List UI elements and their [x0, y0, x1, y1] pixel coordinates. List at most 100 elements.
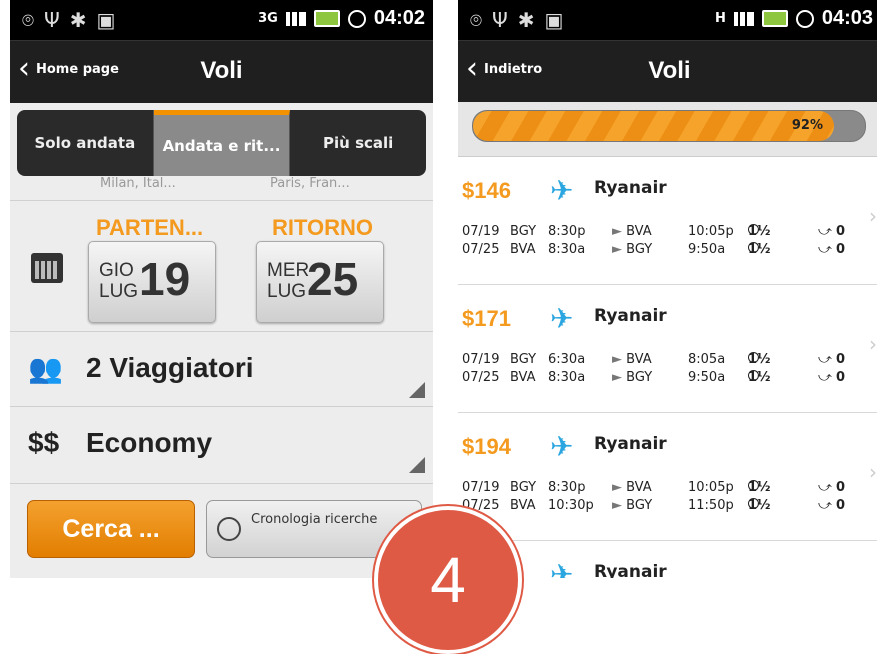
flight-price: $171: [462, 306, 511, 331]
stops-icon: ⤻: [818, 498, 837, 513]
trip-type-tabs: Solo andata Andata e rit... Più scali: [17, 110, 426, 176]
clock-icon: [748, 224, 759, 235]
leg-stops: ⤻ 0: [818, 242, 846, 257]
usb-icon: Ψ: [492, 8, 508, 32]
flight-price: $194: [462, 434, 511, 459]
page-title: Voli: [648, 57, 691, 84]
leg-duration: 1½: [748, 480, 771, 495]
flight-leg: 07/19 BGY 8:30p ► BVA 10:05p 1½ ⤻ 0: [462, 480, 872, 496]
stops-icon: ⤻: [818, 224, 837, 239]
flight-leg: 07/25 BVA 8:30a ► BGY 9:50a 1½ ⤻ 0: [462, 242, 872, 258]
dollar-icon: $$: [28, 427, 60, 458]
leg-duration: 1½: [748, 498, 771, 513]
progress-fill: [473, 111, 834, 141]
flight-leg: 07/25 BVA 10:30p ► BGY 11:50p 1½ ⤻ 0: [462, 498, 872, 514]
search-button[interactable]: Cerca ...: [27, 500, 195, 558]
flight-result-row[interactable]: $194 ✈ Ryanair › 07/19 BGY 8:30p ► BVA 10:05p 1½ ⤻…: [458, 412, 877, 541]
class-selector[interactable]: $$ Economy: [10, 406, 433, 481]
airline-name: Ryanair: [594, 306, 667, 326]
location-icon: ⌾: [22, 8, 34, 32]
leg-date: 07/25: [462, 370, 500, 385]
alarm-icon: [347, 9, 366, 28]
arrow-right-icon: ►: [612, 224, 627, 239]
leg-dep: 8:30p: [548, 480, 586, 495]
leg-stops: ⤻ 0: [818, 498, 846, 513]
search-history-label: Cronologia ricerche: [251, 512, 378, 527]
leg-to: ► BGY: [612, 242, 653, 257]
leg-to: ► BVA: [612, 224, 652, 239]
origin-city[interactable]: Milan, Ital...: [100, 176, 176, 191]
clock-icon: [748, 352, 759, 363]
signal-icon: [733, 11, 754, 26]
class-label: Economy: [86, 427, 213, 458]
arrow-right-icon: ►: [612, 370, 627, 385]
arrow-right-icon: ►: [612, 242, 627, 257]
airline-name: Ryanair: [594, 562, 667, 578]
leg-to: ► BGY: [612, 498, 653, 513]
right-screen: ⌾ Ψ ✱ ▣ H 04:03 ‹ Indietro Voli 92% $146…: [458, 0, 877, 578]
tab-multi-stop[interactable]: Più scali: [290, 110, 426, 176]
leg-stops: ⤻ 0: [818, 224, 846, 239]
battery-icon: [761, 10, 788, 27]
airline-name: Ryanair: [594, 178, 667, 198]
dropdown-corner-icon: [409, 457, 425, 473]
leg-duration: 1½: [748, 352, 771, 367]
page-title: Voli: [200, 57, 243, 84]
notification-icons: ⌾ Ψ ✱ ▣: [470, 8, 563, 32]
leg-arr: 10:05p: [688, 224, 734, 239]
stops-icon: ⤻: [818, 352, 837, 367]
leg-date: 07/25: [462, 242, 500, 257]
android-debug-icon: ✱: [517, 8, 535, 32]
stops-icon: ⤻: [818, 242, 837, 257]
battery-icon: [313, 10, 340, 27]
leg-from: BVA: [510, 498, 536, 513]
leg-arr: 11:50p: [688, 498, 734, 513]
departure-label: PARTEN...: [96, 215, 204, 240]
tab-round-trip[interactable]: Andata e rit...: [153, 110, 291, 176]
departure-date-button[interactable]: GIO LUG 19: [88, 241, 216, 323]
step-number-badge: 4: [374, 506, 522, 654]
android-debug-icon: ✱: [69, 8, 87, 32]
departure-day-number: 19: [139, 253, 191, 305]
clock-icon: [748, 242, 759, 253]
usb-icon: Ψ: [44, 8, 60, 32]
flight-result-row[interactable]: $146 ✈ Ryanair › 07/19 BGY 8:30p ► BVA 10:05p 1½ ⤻…: [458, 156, 877, 285]
leg-dep: 8:30p: [548, 224, 586, 239]
stops-icon: ⤻: [818, 480, 837, 495]
destination-city[interactable]: Paris, Fran...: [270, 176, 350, 191]
title-bar: ‹ Indietro Voli: [458, 40, 877, 103]
return-date-button[interactable]: MER LUG 25: [256, 241, 384, 323]
dates-section: PARTEN... RITORNO GIO LUG 19 MER LUG 25: [10, 200, 433, 331]
return-month: LUG: [267, 281, 307, 302]
leg-stops: ⤻ 0: [818, 480, 846, 495]
cities-row: Milan, Ital... Paris, Fran...: [10, 176, 433, 198]
leg-to: ► BVA: [612, 352, 652, 367]
status-time: 04:02: [373, 7, 425, 29]
flight-result-row[interactable]: $171 ✈ Ryanair › 07/19 BGY 6:30a ► BVA 8:05a 1½ ⤻ …: [458, 284, 877, 413]
alarm-icon: [795, 9, 814, 28]
flight-price: $146: [462, 178, 511, 203]
leg-dep: 10:30p: [548, 498, 594, 513]
leg-duration: 1½: [748, 242, 771, 257]
clock-icon: [217, 517, 241, 541]
flight-leg: 07/25 BVA 8:30a ► BGY 9:50a 1½ ⤻ 0: [462, 370, 872, 386]
arrow-right-icon: ►: [612, 352, 627, 367]
departure-month: LUG: [99, 281, 139, 302]
leg-from: BGY: [510, 352, 537, 367]
progress-area: 92%: [458, 102, 877, 157]
status-bar: ⌾ Ψ ✱ ▣ H 04:03: [458, 0, 877, 40]
title-bar: ‹ Home page Voli: [10, 40, 433, 103]
network-type: H: [714, 10, 726, 26]
leg-to: ► BGY: [612, 370, 653, 385]
tab-one-way[interactable]: Solo andata: [17, 110, 154, 176]
arrow-right-icon: ►: [612, 498, 627, 513]
leg-dep: 8:30a: [548, 242, 586, 257]
airplane-icon: ✈: [550, 174, 574, 207]
notification-icons: ⌾ Ψ ✱ ▣: [22, 8, 115, 32]
leg-arr: 8:05a: [688, 352, 726, 367]
departure-weekday: GIO: [99, 260, 134, 281]
calendar-icon: [31, 253, 63, 283]
status-time: 04:03: [821, 7, 873, 29]
travelers-selector[interactable]: 👥 2 Viaggiatori: [10, 331, 433, 406]
airplane-icon: ✈: [550, 558, 574, 578]
